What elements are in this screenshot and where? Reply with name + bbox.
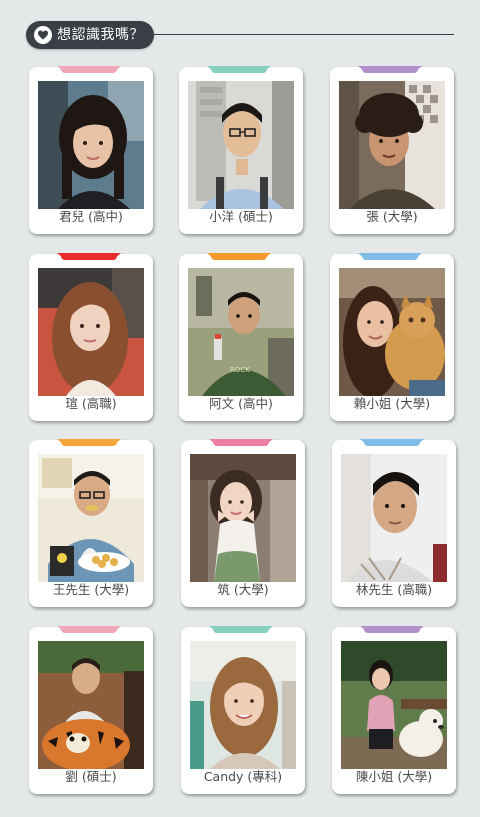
profile-card[interactable]: 張 (大學) xyxy=(330,66,454,234)
profile-card[interactable]: ROCK 阿文 (高中) xyxy=(179,253,303,421)
card-tab xyxy=(211,66,267,73)
header-divider xyxy=(154,34,454,35)
profile-photo[interactable] xyxy=(339,81,445,209)
section-header: 想認識我嗎？ xyxy=(26,21,454,49)
profile-photo[interactable] xyxy=(38,268,144,396)
profile-photo[interactable] xyxy=(38,81,144,209)
profile-name: 王先生 (大學) xyxy=(52,582,130,597)
card-tab xyxy=(61,66,117,73)
profile-photo[interactable] xyxy=(341,641,447,769)
svg-text:ROCK: ROCK xyxy=(230,366,250,374)
card-tab xyxy=(364,626,420,633)
profile-name: 小洋 (碩士) xyxy=(209,209,273,224)
profile-card[interactable]: Candy (專科) xyxy=(181,626,305,794)
card-tab xyxy=(61,253,117,260)
profile-name: 陳小姐 (大學) xyxy=(355,769,433,784)
profile-card[interactable]: 陳小姐 (大學) xyxy=(332,626,456,794)
profile-photo[interactable] xyxy=(38,641,144,769)
section-title-pill: 想認識我嗎？ xyxy=(26,21,154,49)
profile-photo[interactable] xyxy=(341,454,447,582)
profile-name: 君兒 (高中) xyxy=(59,209,123,224)
profile-photo[interactable] xyxy=(38,454,144,582)
card-tab xyxy=(61,626,117,633)
profile-name: 筑 (大學) xyxy=(217,582,269,597)
profile-photo[interactable] xyxy=(339,268,445,396)
profile-name: 阿文 (高中) xyxy=(209,396,273,411)
profile-card[interactable]: 筑 (大學) xyxy=(181,439,305,607)
profile-photo[interactable] xyxy=(190,454,296,582)
heart-icon xyxy=(34,26,52,44)
profile-card[interactable]: 賴小姐 (大學) xyxy=(330,253,454,421)
card-tab xyxy=(213,626,269,633)
card-tab xyxy=(213,439,269,446)
profile-card[interactable]: 瑄 (高職) xyxy=(29,253,153,421)
profile-name: 賴小姐 (大學) xyxy=(353,396,431,411)
profile-photo[interactable] xyxy=(188,81,294,209)
profile-name: 瑄 (高職) xyxy=(65,396,117,411)
profile-photo[interactable]: ROCK xyxy=(188,268,294,396)
profile-name: Candy (專科) xyxy=(203,769,283,784)
profile-name: 林先生 (高職) xyxy=(355,582,433,597)
profile-card[interactable]: 君兒 (高中) xyxy=(29,66,153,234)
profile-name: 張 (大學) xyxy=(366,209,418,224)
profile-card[interactable]: 林先生 (高職) xyxy=(332,439,456,607)
profile-card[interactable]: 王先生 (大學) xyxy=(29,439,153,607)
card-tab xyxy=(362,66,418,73)
section-title: 想認識我嗎？ xyxy=(57,27,144,43)
profile-name: 劉 (碩士) xyxy=(65,769,117,784)
card-tab xyxy=(211,253,267,260)
card-tab xyxy=(362,253,418,260)
card-tab xyxy=(364,439,420,446)
profile-card[interactable]: 小洋 (碩士) xyxy=(179,66,303,234)
card-tab xyxy=(61,439,117,446)
profile-photo[interactable] xyxy=(190,641,296,769)
profile-card[interactable]: 劉 (碩士) xyxy=(29,626,153,794)
